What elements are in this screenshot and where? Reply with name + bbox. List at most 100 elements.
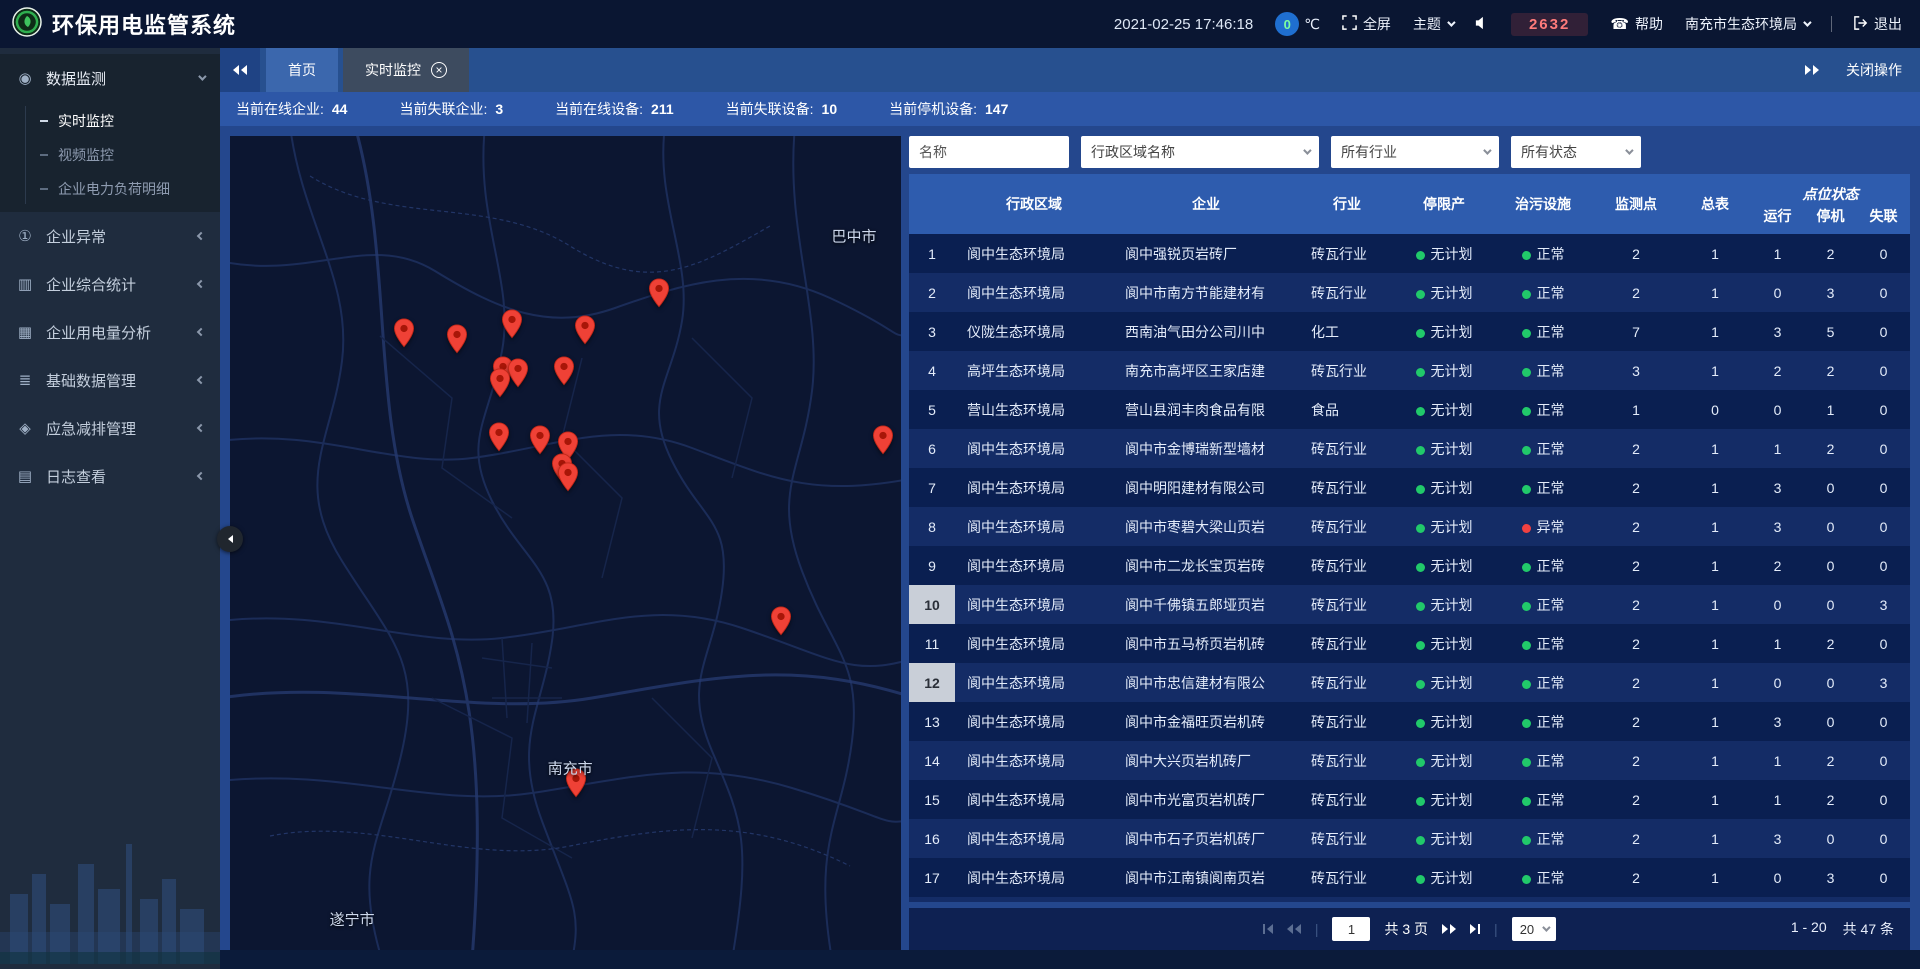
map-pin[interactable]: [648, 278, 670, 313]
table-row-5[interactable]: 5营山生态环境局营山县润丰肉食品有限食品无计划正常10010: [909, 390, 1910, 429]
table-row-7[interactable]: 7阆中生态环境局阆中明阳建材有限公司砖瓦行业无计划正常21300: [909, 468, 1910, 507]
table-row-12[interactable]: 12阆中生态环境局阆中市忠信建材有限公砖瓦行业无计划正常21003: [909, 663, 1910, 702]
sidebar-group-power-analysis[interactable]: ▦企业用电量分析: [0, 308, 220, 356]
table-row-14[interactable]: 14阆中生态环境局阆中大兴页岩机砖厂砖瓦行业无计划正常21120: [909, 741, 1910, 780]
status-filter-select[interactable]: 所有状态: [1511, 136, 1641, 168]
sidebar-item-realtime-monitor[interactable]: 实时监控: [0, 104, 220, 138]
close-operations-button[interactable]: 关闭操作: [1846, 60, 1902, 80]
map-pin[interactable]: [553, 356, 575, 391]
table-row-13[interactable]: 13阆中生态环境局阆中市金福旺页岩机砖砖瓦行业无计划正常21300: [909, 702, 1910, 741]
table-row-1[interactable]: 1阆中生态环境局阆中强锐页岩砖厂砖瓦行业无计划正常21120: [909, 234, 1910, 273]
close-icon[interactable]: [431, 62, 447, 78]
table-row-2[interactable]: 2阆中生态环境局阆中市南方节能建材有砖瓦行业无计划正常21030: [909, 273, 1910, 312]
tabs-scroll-right-button[interactable]: [1792, 65, 1832, 75]
logout-button[interactable]: 退出: [1854, 14, 1902, 34]
map-pin[interactable]: [393, 318, 415, 353]
last-page-button[interactable]: [1470, 924, 1480, 934]
status-dot-green: [1416, 329, 1425, 338]
table-row-6[interactable]: 6阆中生态环境局阆中市金博瑞新型墙材砖瓦行业无计划正常21120: [909, 429, 1910, 468]
cell-region: 阆中生态环境局: [955, 244, 1113, 264]
status-dot-green: [1522, 602, 1531, 611]
prev-page-button[interactable]: [1287, 924, 1301, 934]
table-row-15[interactable]: 15阆中生态环境局阆中市光富页岩机砖厂砖瓦行业无计划正常21120: [909, 780, 1910, 819]
sidebar-group-log-view[interactable]: ▤日志查看: [0, 452, 220, 500]
status-dot-green: [1416, 524, 1425, 533]
sidebar-group-data-monitor[interactable]: ◉数据监测: [0, 54, 220, 102]
map-pin[interactable]: [489, 368, 511, 403]
next-page-button[interactable]: [1442, 924, 1456, 934]
cell-facility-status: 正常: [1493, 439, 1593, 459]
map-pins: 巴中市南充市遂宁市: [230, 136, 901, 950]
sidebar-item-video-monitor[interactable]: 视频监控: [0, 138, 220, 172]
org-dropdown[interactable]: 南充市生态环境局: [1685, 14, 1809, 34]
chevron-down-icon: [1483, 146, 1491, 154]
table-row-16[interactable]: 16阆中生态环境局阆中市石子页岩机砖厂砖瓦行业无计划正常21300: [909, 819, 1910, 858]
region-filter-select[interactable]: 行政区域名称: [1081, 136, 1319, 168]
map-collapse-button[interactable]: [217, 526, 243, 552]
header-run: 运行: [1751, 206, 1804, 234]
sidebar-item-power-load-detail[interactable]: 企业电力负荷明细: [0, 172, 220, 206]
cell-index: 11: [909, 624, 955, 663]
tabs-scroll-left-button[interactable]: [220, 48, 260, 92]
sidebar-group-label: 日志查看: [46, 466, 186, 487]
cell-index: 17: [909, 858, 955, 897]
help-button[interactable]: 帮助: [1610, 14, 1663, 34]
cell-lost: 0: [1857, 636, 1910, 652]
first-page-button[interactable]: [1263, 924, 1273, 934]
cell-industry: 砖瓦行业: [1299, 751, 1395, 771]
table-row-11[interactable]: 11阆中生态环境局阆中市五马桥页岩机砖砖瓦行业无计划正常21120: [909, 624, 1910, 663]
cell-limit-status: 无计划: [1395, 634, 1493, 654]
chevron-down-icon: [1303, 146, 1311, 154]
map-pin[interactable]: [446, 324, 468, 359]
cell-facility-status: 正常: [1493, 400, 1593, 420]
cell-monitor-points: 2: [1593, 519, 1679, 535]
map[interactable]: 巴中市南充市遂宁市: [230, 136, 901, 950]
map-pin[interactable]: [872, 425, 894, 460]
map-pin[interactable]: [501, 309, 523, 344]
sidebar-group-label: 数据监测: [46, 68, 186, 89]
fullscreen-button[interactable]: 全屏: [1342, 14, 1391, 34]
table-row-8[interactable]: 8阆中生态环境局阆中市枣碧大梁山页岩砖瓦行业无计划异常21300: [909, 507, 1910, 546]
cell-stop: 5: [1804, 324, 1857, 340]
app-title: 环保用电监管系统: [52, 8, 236, 40]
cell-monitor-points: 2: [1593, 636, 1679, 652]
theme-dropdown[interactable]: 主题: [1413, 14, 1453, 34]
chevron-down-icon: [1803, 18, 1811, 26]
map-pin[interactable]: [529, 425, 551, 460]
database-icon: ≣: [16, 371, 34, 389]
table-row-9[interactable]: 9阆中生态环境局阆中市二龙长宝页岩砖砖瓦行业无计划正常21200: [909, 546, 1910, 585]
industry-filter-select[interactable]: 所有行业: [1331, 136, 1499, 168]
tab-home[interactable]: 首页: [266, 48, 338, 92]
phone-icon: [1610, 15, 1629, 33]
cell-region: 阆中生态环境局: [955, 595, 1113, 615]
cell-index: 5: [909, 390, 955, 429]
cell-limit-status: 无计划: [1395, 400, 1493, 420]
cell-industry: 砖瓦行业: [1299, 556, 1395, 576]
header-stop: 停机: [1804, 206, 1857, 234]
table-row-18[interactable]: 18南部生态环境局南部县升钟页岩砖有限砖瓦行业无计划正常21120: [909, 897, 1910, 902]
page: 环保用电监管系统 2021-02-25 17:46:18 0 ℃ 全屏 主题: [0, 0, 1920, 969]
map-pin[interactable]: [488, 422, 510, 457]
cell-run: 0: [1751, 285, 1804, 301]
cell-industry: 砖瓦行业: [1299, 595, 1395, 615]
sidebar-group-enterprise-abnormal[interactable]: ①企业异常: [0, 212, 220, 260]
table-header: 行政区域 企业 行业 停限产 治污设施 监测点 总表 点位状态 运行 停机 失联: [909, 174, 1910, 234]
sidebar-group-base-data[interactable]: ≣基础数据管理: [0, 356, 220, 404]
map-pin[interactable]: [574, 315, 596, 350]
map-pin[interactable]: [770, 606, 792, 641]
sidebar-group-enterprise-statistics[interactable]: ▥企业综合统计: [0, 260, 220, 308]
page-input[interactable]: [1332, 917, 1370, 941]
sidebar-group-emergency-management[interactable]: ◈应急减排管理: [0, 404, 220, 452]
name-filter-input[interactable]: [909, 136, 1069, 168]
table-row-4[interactable]: 4高坪生态环境局南充市高坪区王家店建砖瓦行业无计划正常31220: [909, 351, 1910, 390]
table-row-10[interactable]: 10阆中生态环境局阆中千佛镇五郎垭页岩砖瓦行业无计划正常21003: [909, 585, 1910, 624]
alert-count-badge[interactable]: 2632: [1511, 13, 1588, 36]
map-pin[interactable]: [557, 462, 579, 497]
tab-realtime-monitor[interactable]: 实时监控: [343, 48, 469, 92]
page-size-select[interactable]: 20: [1512, 917, 1556, 941]
chevron-down-icon: [198, 72, 206, 80]
cell-industry: 砖瓦行业: [1299, 517, 1395, 537]
table-row-17[interactable]: 17阆中生态环境局阆中市江南镇阆南页岩砖瓦行业无计划正常21030: [909, 858, 1910, 897]
table-row-3[interactable]: 3仪陇生态环境局西南油气田分公司川中化工无计划正常71350: [909, 312, 1910, 351]
speaker-button[interactable]: [1475, 16, 1489, 33]
